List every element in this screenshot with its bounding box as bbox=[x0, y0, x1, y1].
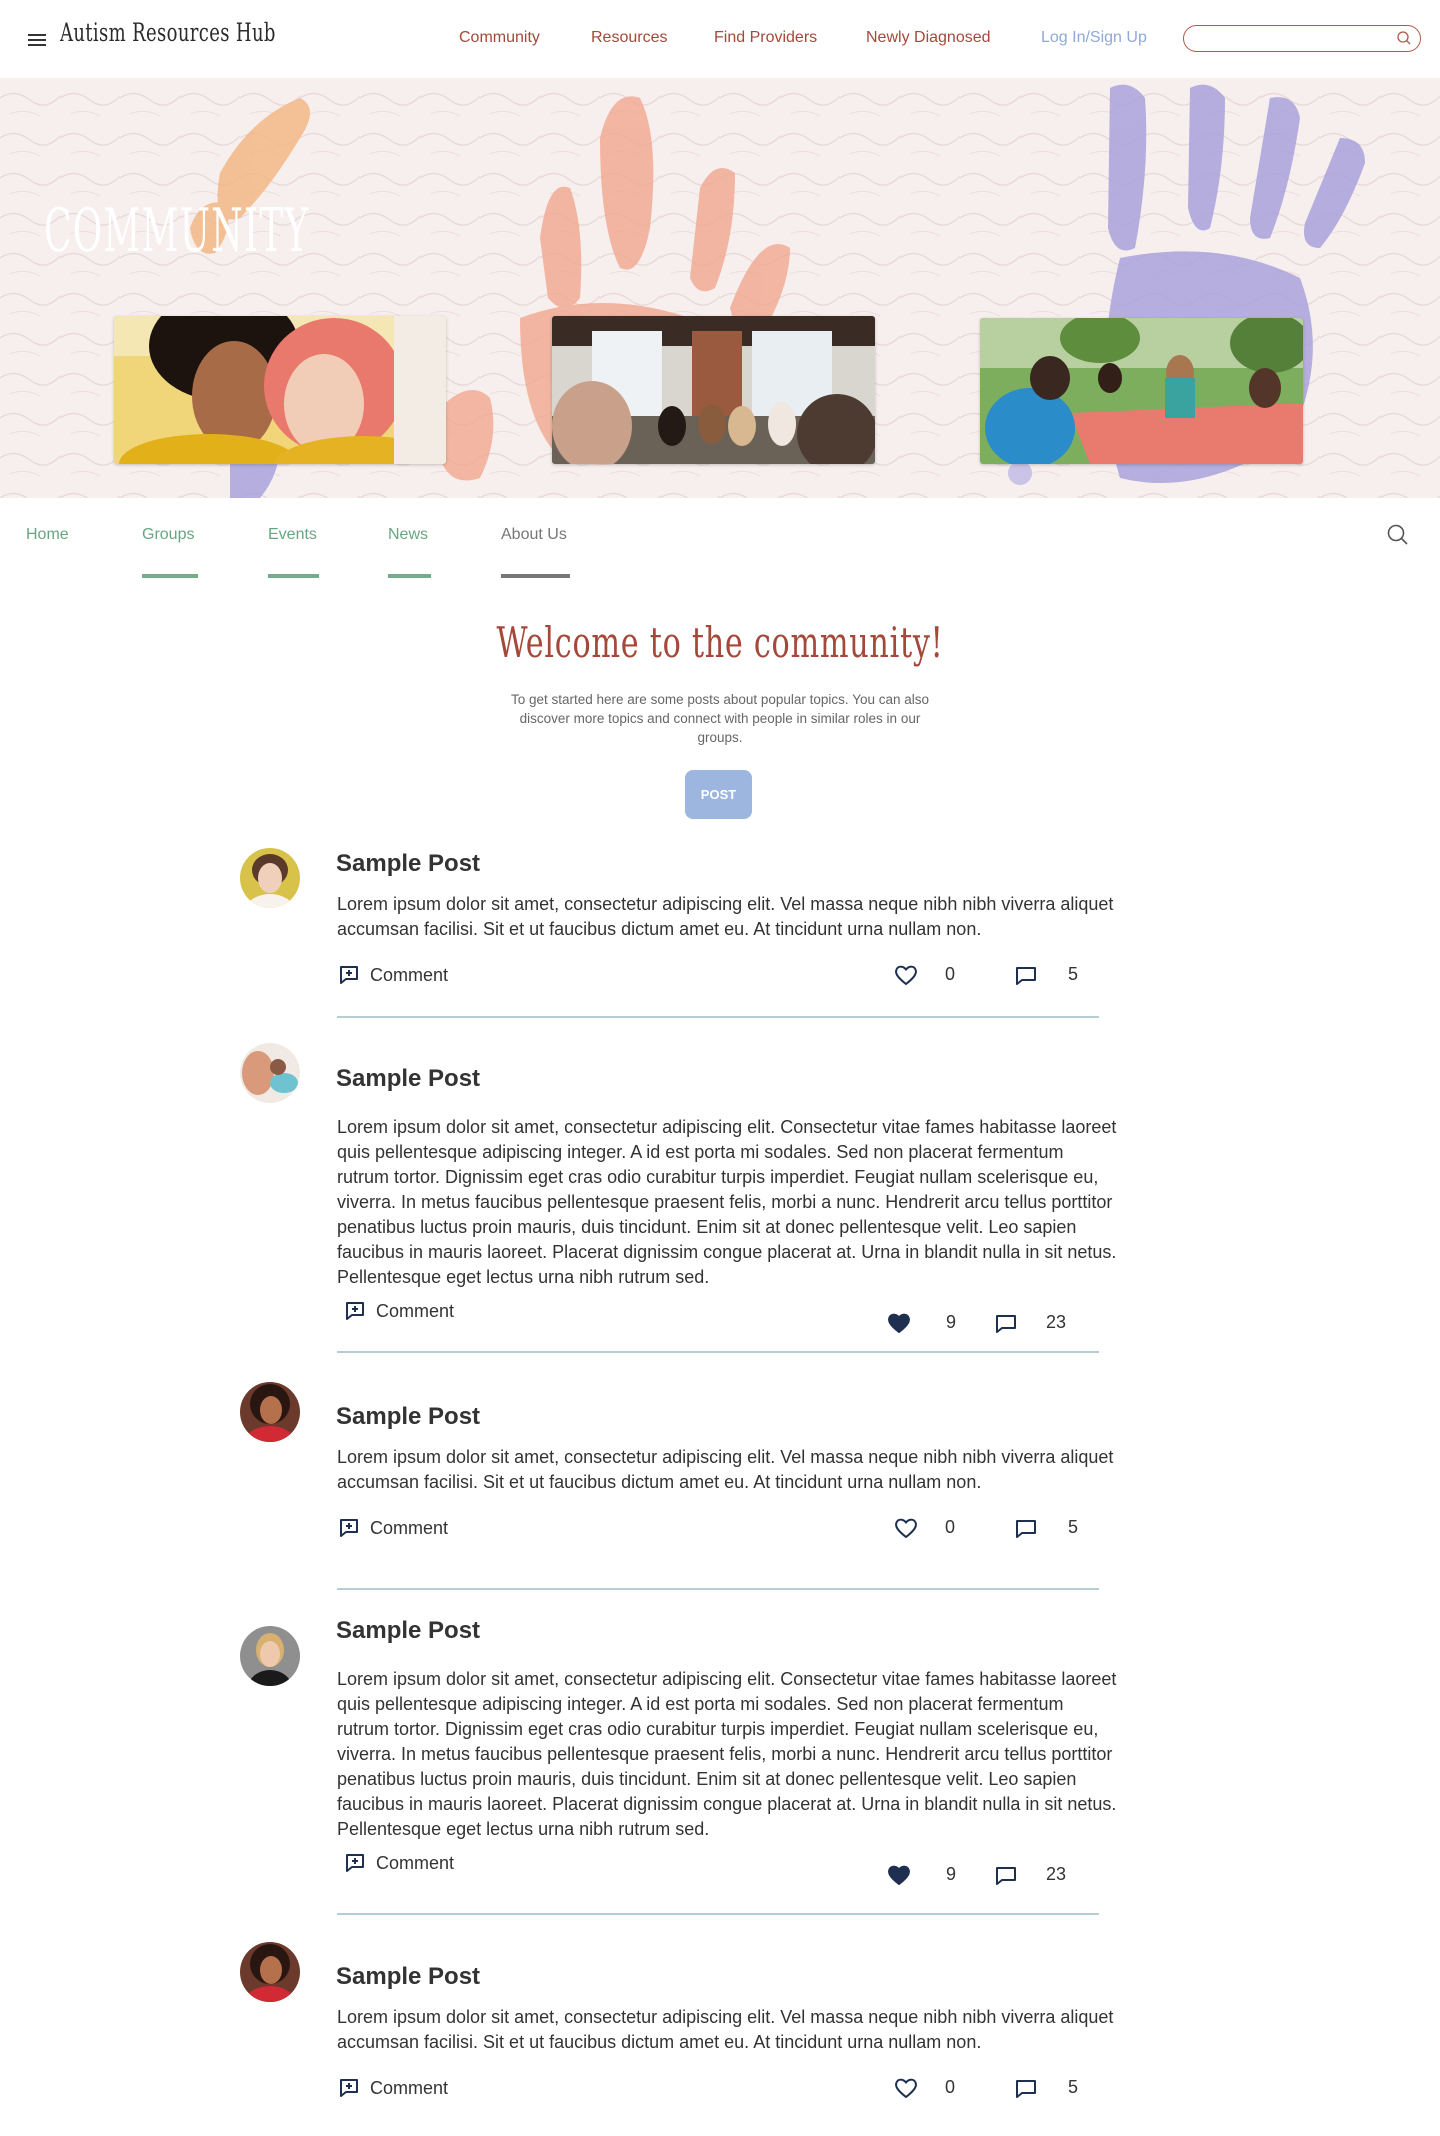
nav-community[interactable]: Community bbox=[459, 29, 540, 47]
header-search bbox=[1183, 25, 1421, 52]
tab-underline-groups bbox=[142, 574, 198, 578]
post-title[interactable]: Sample Post bbox=[336, 1963, 480, 1991]
search-icon[interactable] bbox=[1386, 523, 1410, 547]
login-link[interactable]: Log In/Sign Up bbox=[1041, 29, 1147, 47]
avatar[interactable] bbox=[240, 1626, 300, 1686]
hero-photo-group-meeting bbox=[552, 316, 875, 464]
heart-filled-icon[interactable] bbox=[886, 1310, 912, 1336]
post-body: Lorem ipsum dolor sit amet, consectetur … bbox=[337, 1669, 1117, 1839]
hero-photo-kids-activity bbox=[980, 318, 1303, 464]
add-comment-icon bbox=[346, 1302, 364, 1320]
like-count: 9 bbox=[946, 1864, 957, 1884]
like-count: 0 bbox=[945, 1517, 956, 1537]
welcome-title: Welcome to the community! bbox=[496, 618, 944, 667]
header-search-input[interactable] bbox=[1196, 26, 1396, 50]
comment-count: 23 bbox=[1046, 1864, 1067, 1884]
heart-filled-icon[interactable] bbox=[886, 1862, 912, 1888]
tab-underline-about-us bbox=[501, 574, 570, 578]
comment-label: Comment bbox=[370, 2077, 449, 2098]
subnav-groups[interactable]: Groups bbox=[142, 526, 194, 544]
hero-title: COMMUNITY bbox=[44, 196, 310, 266]
heart-icon[interactable] bbox=[893, 2075, 919, 2101]
avatar[interactable] bbox=[240, 848, 300, 908]
post-divider bbox=[337, 1588, 1099, 1590]
site-logo[interactable]: Autism Resources Hub bbox=[60, 18, 276, 47]
community-subnav: Home Groups Events News About Us bbox=[0, 498, 1440, 588]
comment-button[interactable]: Comment bbox=[344, 1300, 454, 1322]
chat-bubble-icon[interactable] bbox=[993, 1311, 1019, 1337]
post-divider bbox=[337, 1016, 1099, 1018]
add-comment-icon bbox=[340, 2079, 358, 2097]
comment-count: 5 bbox=[1068, 1517, 1079, 1537]
subnav-events[interactable]: Events bbox=[268, 526, 317, 544]
post-body: Lorem ipsum dolor sit amet, consectetur … bbox=[337, 2007, 1114, 2052]
post-body: Lorem ipsum dolor sit amet, consectetur … bbox=[337, 1447, 1114, 1492]
comment-button[interactable]: Comment bbox=[338, 2077, 448, 2099]
menu-icon[interactable] bbox=[28, 34, 46, 46]
post-title[interactable]: Sample Post bbox=[336, 850, 480, 878]
hero-banner: COMMUNITY bbox=[0, 78, 1440, 498]
post-title[interactable]: Sample Post bbox=[336, 1403, 480, 1431]
comment-button[interactable]: Comment bbox=[338, 1517, 448, 1539]
nav-resources[interactable]: Resources bbox=[591, 29, 667, 47]
comment-label: Comment bbox=[376, 1300, 455, 1321]
chat-bubble-icon[interactable] bbox=[993, 1863, 1019, 1889]
like-count: 9 bbox=[946, 1312, 957, 1332]
post-button[interactable]: POST bbox=[685, 770, 752, 819]
subnav-home[interactable]: Home bbox=[26, 526, 69, 544]
comment-button[interactable]: Comment bbox=[344, 1852, 454, 1874]
chat-bubble-icon[interactable] bbox=[1013, 2076, 1039, 2102]
subnav-about-us[interactable]: About Us bbox=[501, 526, 567, 544]
subnav-news[interactable]: News bbox=[388, 526, 428, 544]
avatar[interactable] bbox=[240, 1942, 300, 2002]
top-header: Autism Resources Hub Community Resources… bbox=[0, 0, 1440, 78]
add-comment-icon bbox=[340, 1519, 358, 1537]
comment-button[interactable]: Comment bbox=[338, 964, 448, 986]
heart-icon[interactable] bbox=[893, 1515, 919, 1541]
post-divider bbox=[337, 1351, 1099, 1353]
post-body: Lorem ipsum dolor sit amet, consectetur … bbox=[337, 1117, 1117, 1287]
chat-bubble-icon[interactable] bbox=[1013, 1516, 1039, 1542]
hero-photo-friends bbox=[114, 316, 446, 464]
avatar[interactable] bbox=[240, 1043, 300, 1103]
nav-find-providers[interactable]: Find Providers bbox=[714, 29, 817, 47]
comment-label: Comment bbox=[370, 1517, 449, 1538]
comment-label: Comment bbox=[370, 964, 449, 985]
nav-newly-diagnosed[interactable]: Newly Diagnosed bbox=[866, 29, 991, 47]
avatar[interactable] bbox=[240, 1382, 300, 1442]
add-comment-icon bbox=[340, 966, 358, 984]
post-title[interactable]: Sample Post bbox=[336, 1065, 480, 1093]
post-title[interactable]: Sample Post bbox=[336, 1617, 480, 1645]
heart-icon[interactable] bbox=[893, 962, 919, 988]
comment-label: Comment bbox=[376, 1852, 455, 1873]
welcome-text: To get started here are some posts about… bbox=[510, 692, 930, 745]
tab-underline-events bbox=[268, 574, 319, 578]
like-count: 0 bbox=[945, 964, 956, 984]
comment-count: 23 bbox=[1046, 1312, 1067, 1332]
comment-count: 5 bbox=[1068, 964, 1079, 984]
post-divider bbox=[337, 1913, 1099, 1915]
like-count: 0 bbox=[945, 2077, 956, 2097]
comment-count: 5 bbox=[1068, 2077, 1079, 2097]
post-body: Lorem ipsum dolor sit amet, consectetur … bbox=[337, 894, 1114, 939]
chat-bubble-icon[interactable] bbox=[1013, 963, 1039, 989]
search-icon[interactable] bbox=[1396, 30, 1412, 46]
tab-underline-news bbox=[388, 574, 431, 578]
add-comment-icon bbox=[346, 1854, 364, 1872]
